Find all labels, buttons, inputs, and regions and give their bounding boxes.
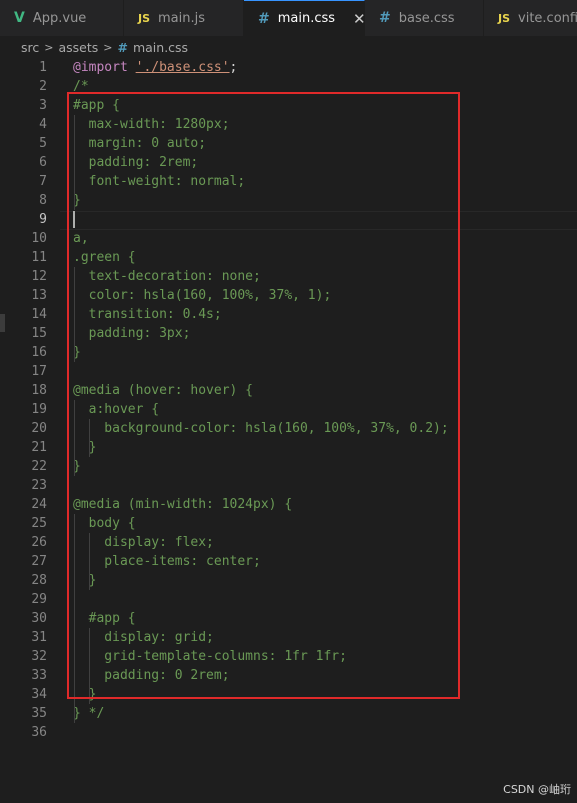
tab-label: main.css: [277, 11, 336, 26]
line-number: 14: [31, 307, 47, 322]
line-number: 13: [31, 288, 47, 303]
line-number: 15: [31, 326, 47, 341]
line-number: 17: [31, 364, 47, 379]
close-icon[interactable]: ✕: [353, 10, 366, 28]
tab-base-css[interactable]: # base.css: [365, 0, 484, 36]
line-number: 9: [39, 212, 47, 227]
css-icon: #: [117, 39, 128, 55]
line-number: 1: [39, 60, 47, 75]
line-number: 3: [39, 98, 47, 113]
watermark: CSDN @岫珩: [503, 783, 571, 796]
code-line[interactable]: 35 } */: [0, 704, 577, 723]
breadcrumb-item-src[interactable]: src: [21, 40, 39, 55]
code-token: } */: [73, 706, 105, 721]
line-number: 34: [31, 687, 47, 702]
highlight-box: [67, 92, 460, 699]
breadcrumb-item-file[interactable]: main.css: [133, 40, 188, 55]
line-number: 32: [31, 649, 47, 664]
line-number: 25: [31, 516, 47, 531]
line-number: 26: [31, 535, 47, 550]
breadcrumb-item-assets[interactable]: assets: [58, 40, 98, 55]
tab-label: vite.config: [518, 10, 577, 26]
code-token: './base.css': [135, 60, 230, 75]
css-icon: #: [258, 10, 270, 27]
line-number: 11: [31, 250, 47, 265]
line-number: 23: [31, 478, 47, 493]
tab-label: App.vue: [32, 10, 87, 26]
css-icon: #: [379, 10, 391, 26]
line-number: 7: [39, 174, 47, 189]
line-number: 31: [31, 630, 47, 645]
line-number: 21: [31, 440, 47, 455]
tab-app-vue[interactable]: V App.vue: [0, 0, 124, 36]
line-number: 29: [31, 592, 47, 607]
line-number: 18: [31, 383, 47, 398]
line-number: 33: [31, 668, 47, 683]
line-number: 27: [31, 554, 47, 569]
code-token: @import: [73, 60, 128, 75]
code-text: @import './base.css';: [73, 58, 237, 77]
chevron-right-icon: >: [44, 40, 54, 54]
line-number: 2: [39, 79, 47, 94]
tab-label: main.js: [158, 10, 206, 26]
line-number: 36: [31, 725, 47, 740]
line-number: 12: [31, 269, 47, 284]
chevron-right-icon: >: [103, 40, 113, 54]
tab-main-css[interactable]: # main.css ✕: [244, 0, 366, 36]
line-number: 24: [31, 497, 47, 512]
js-icon: JS: [138, 11, 151, 25]
editor-tab-bar: V App.vue JS main.js # main.css ✕ # base…: [0, 0, 577, 37]
code-line[interactable]: 36: [0, 723, 577, 742]
line-number: 19: [31, 402, 47, 417]
tab-label: base.css: [398, 10, 455, 26]
line-number: 28: [31, 573, 47, 588]
line-number: 22: [31, 459, 47, 474]
line-number: 20: [31, 421, 47, 436]
line-number: 8: [39, 193, 47, 208]
tab-main-js[interactable]: JS main.js: [124, 0, 244, 36]
line-number: 6: [39, 155, 47, 170]
tab-vite-config[interactable]: JS vite.config: [484, 0, 577, 36]
line-number: 5: [39, 136, 47, 151]
vue-icon: V: [14, 10, 25, 26]
line-number: 35: [31, 706, 47, 721]
js-icon: JS: [498, 11, 511, 25]
line-number: 30: [31, 611, 47, 626]
breadcrumb: src > assets > # main.css: [0, 36, 577, 58]
code-line[interactable]: 1 @import './base.css';: [0, 58, 577, 77]
line-number: 10: [31, 231, 47, 246]
line-number: 4: [39, 117, 47, 132]
line-number: 16: [31, 345, 47, 360]
code-text: } */: [73, 704, 104, 723]
code-token: ;: [229, 60, 238, 75]
